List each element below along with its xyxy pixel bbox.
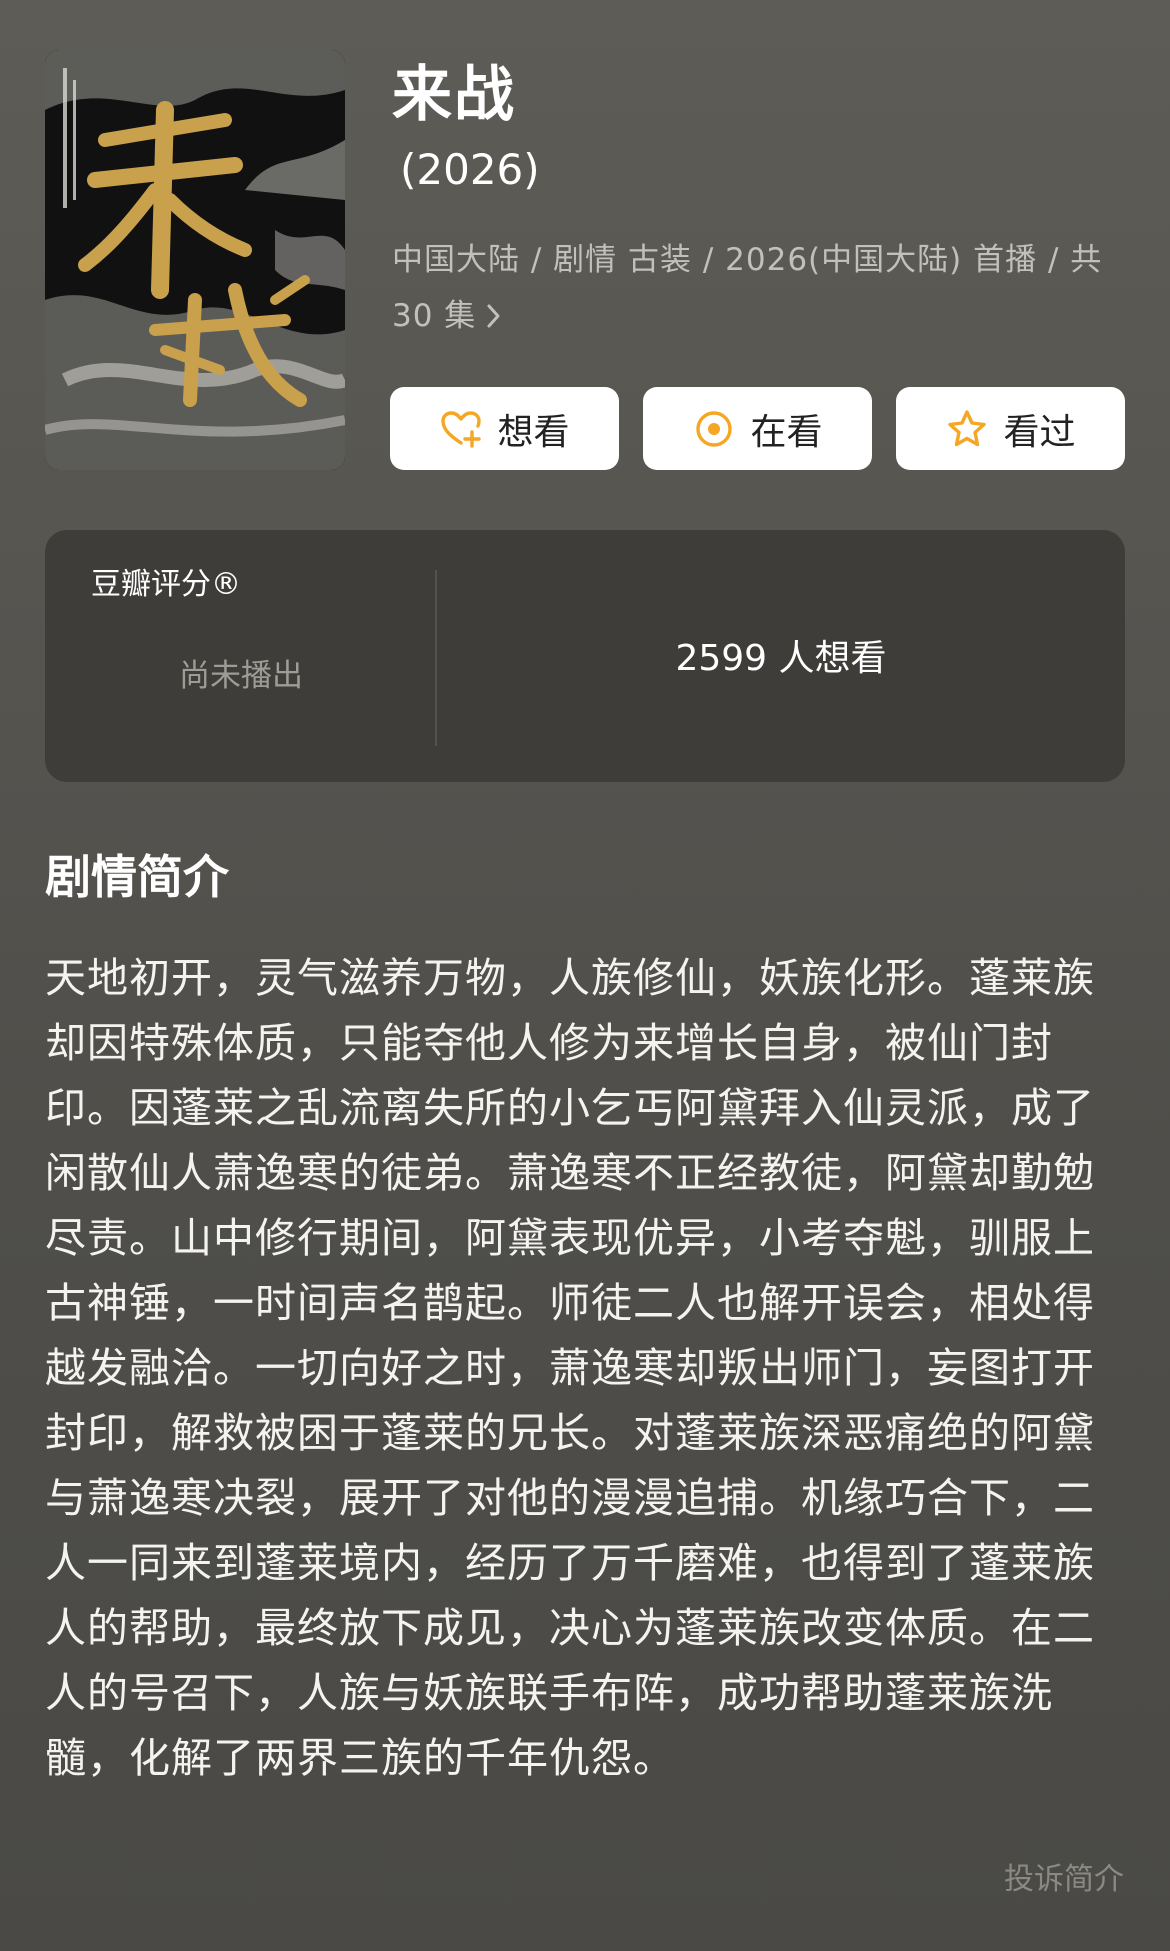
want-to-watch-label: 想看	[497, 411, 570, 453]
meta-line-episodes: 30 集	[392, 288, 1112, 344]
want-to-watch-button[interactable]: 想看	[390, 387, 619, 470]
movie-title: 来战	[392, 60, 516, 130]
movie-detail-page: 来战 (2026) 中国大陆 / 剧情 古装 / 2026(中国大陆) 首播 /…	[0, 0, 1170, 1951]
target-circle-icon	[696, 410, 733, 447]
movie-meta[interactable]: 中国大陆 / 剧情 古装 / 2026(中国大陆) 首播 / 共 30 集	[392, 232, 1112, 344]
rating-card[interactable]: 豆瓣评分® 尚未播出 2599 人想看	[45, 530, 1125, 782]
poster-artwork	[45, 50, 345, 470]
watched-button[interactable]: 看过	[896, 387, 1125, 470]
chevron-right-icon	[487, 304, 500, 328]
star-icon	[948, 409, 987, 446]
report-synopsis-link[interactable]: 投诉简介	[1004, 1858, 1124, 1902]
action-buttons: 想看 在看 看过	[390, 387, 1125, 470]
meta-line: 中国大陆 / 剧情 古装 / 2026(中国大陆) 首播 / 共	[392, 242, 1103, 278]
release-year: (2026)	[400, 145, 540, 194]
movie-poster[interactable]	[45, 50, 345, 470]
synopsis-text: 天地初开，灵气滋养万物，人族修仙，妖族化形。蓬莱族却因特殊体质，只能夺他人修为来…	[45, 954, 1095, 1782]
episode-count: 30 集	[392, 298, 477, 334]
watching-label: 在看	[750, 411, 823, 453]
synopsis-title: 剧情简介	[45, 850, 229, 904]
rating-status: 尚未播出	[179, 658, 303, 694]
watching-button[interactable]: 在看	[643, 387, 872, 470]
heart-plus-icon	[441, 410, 482, 448]
watched-label: 看过	[1003, 411, 1076, 453]
wish-count: 2599 人想看	[675, 638, 887, 679]
douban-rating-label: 豆瓣评分®	[91, 567, 241, 602]
